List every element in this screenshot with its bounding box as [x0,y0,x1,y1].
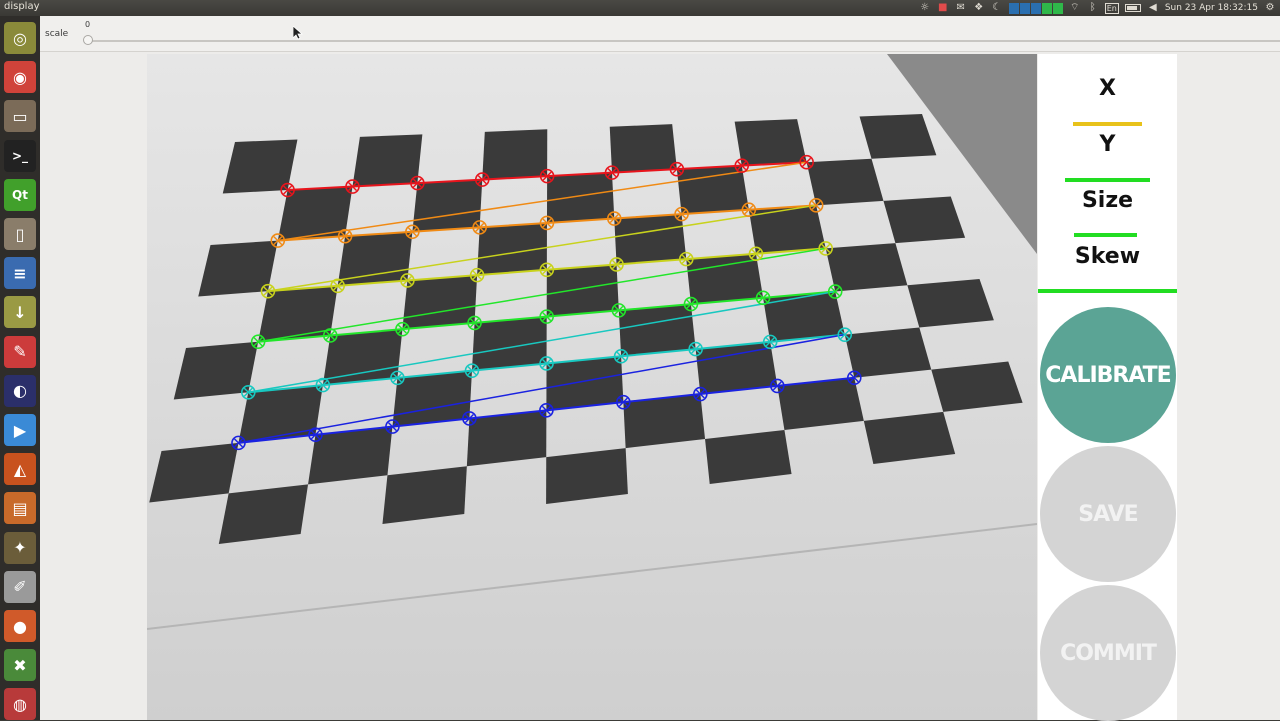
checker-square [844,327,932,378]
checker-square [618,304,696,357]
launcher-chrome-icon[interactable]: ◉ [4,61,36,94]
launcher-impress-icon[interactable]: ▤ [4,492,36,525]
clock[interactable]: Sun 23 Apr 18:32:15 [1165,3,1258,13]
checker-square [883,196,966,244]
camera-frame [147,54,1037,720]
lang-indicator[interactable]: En [1104,2,1119,14]
camera-icon[interactable]: ■ [937,2,949,14]
calibrate-button[interactable]: CALIBRATE [1040,307,1176,443]
launcher-writer-icon[interactable]: ≡ [4,257,36,290]
checker-square [907,279,994,328]
checker-square [825,243,908,292]
launcher-qt-creator-icon[interactable]: Qt [4,178,36,211]
window-title: display [4,1,40,12]
scale-value: 0 [85,20,91,29]
metric-label-skew: Skew [1074,244,1141,269]
scale-slider-thumb[interactable] [83,35,93,45]
mail-icon[interactable]: ✉ [955,2,967,14]
checker-square [748,205,826,254]
checker-square [734,119,807,166]
checker-square [546,356,624,411]
scale-slider-track[interactable] [84,40,1280,42]
gear-icon[interactable]: ⚙ [1264,2,1276,14]
launcher-disk-tool-icon[interactable]: ● [4,610,36,642]
launcher-archive-tool-icon[interactable]: ✖ [4,649,36,682]
bulb-icon[interactable]: ☼ [919,2,931,14]
metric-bar-x [1073,122,1142,126]
moon-icon[interactable]: ☾ [991,2,1003,14]
scale-toolbar: scale 0 [40,16,1280,52]
checker-square [546,172,615,223]
network-bars[interactable] [1008,2,1063,14]
bluetooth-icon[interactable]: ᛒ [1087,2,1099,14]
battery-icon[interactable] [1124,4,1141,12]
launcher-eclipse-icon[interactable]: ◐ [4,374,36,407]
launcher-reader-icon[interactable]: ▯ [4,218,36,250]
launcher-terminal-icon[interactable]: >_ [4,139,36,172]
checker-square [482,129,548,180]
calibration-panel: X Y Size Skew CALIBRATE SAVE COMMIT [1038,54,1177,721]
launcher: ◎ ◉ ▭ >_ Qt ▯ ≡ ↓ ✎ ◐ ▶ ◭ ▤ ✦ ✐ ● ✖ ◍ [0,16,40,721]
checker-square [546,264,619,317]
launcher-text-editor-icon[interactable]: ✐ [4,570,36,603]
launcher-files-icon[interactable]: ▭ [4,100,36,133]
checker-square [763,291,845,342]
launcher-document-viewer-icon[interactable]: ✎ [4,335,36,368]
checker-square [222,139,298,194]
save-button[interactable]: SAVE [1040,446,1176,582]
checker-square [623,394,706,449]
launcher-dash-icon[interactable]: ◎ [4,22,36,54]
checker-square [238,385,323,443]
metric-bar-y [1065,178,1150,182]
checker-square [777,377,864,430]
metric-label-size: Size [1081,188,1134,213]
system-tray: ☼ ■ ✉ ❖ ☾ ⌔ ᛒ En ◀ Sun 23 Apr 18:32:15 ⚙ [919,0,1280,16]
checker-square [609,124,677,173]
dropbox-icon[interactable]: ❖ [973,2,985,14]
metric-label-x: X [1099,76,1116,101]
checker-square [931,361,1023,412]
top-panel: display ☼ ■ ✉ ❖ ☾ ⌔ ᛒ En ◀ Sun 23 Apr 18… [0,0,1280,16]
wifi-icon[interactable]: ⌔ [1069,2,1081,14]
launcher-backup-tool-icon[interactable]: ◍ [4,688,36,721]
launcher-matlab-icon[interactable]: ◭ [4,453,36,486]
metric-label-y: Y [1099,132,1116,157]
volume-icon[interactable]: ◀ [1147,2,1159,14]
camera-view [147,54,1037,720]
checker-square [149,442,239,503]
launcher-gimp-icon[interactable]: ✦ [4,531,36,564]
display-window: scale 0 X Y Size Skew CALIBRATE SAVE COM… [40,16,1280,721]
scale-label: scale [45,29,69,39]
commit-button[interactable]: COMMIT [1040,585,1176,721]
checker-square [614,214,687,265]
checker-square [173,341,259,400]
checker-square [466,410,547,467]
metric-bar-size [1074,233,1137,237]
launcher-media-player-icon[interactable]: ▶ [4,414,36,446]
launcher-downloads-icon[interactable]: ↓ [4,296,36,329]
checker-square [308,426,393,485]
metric-bar-skew [1038,289,1177,293]
